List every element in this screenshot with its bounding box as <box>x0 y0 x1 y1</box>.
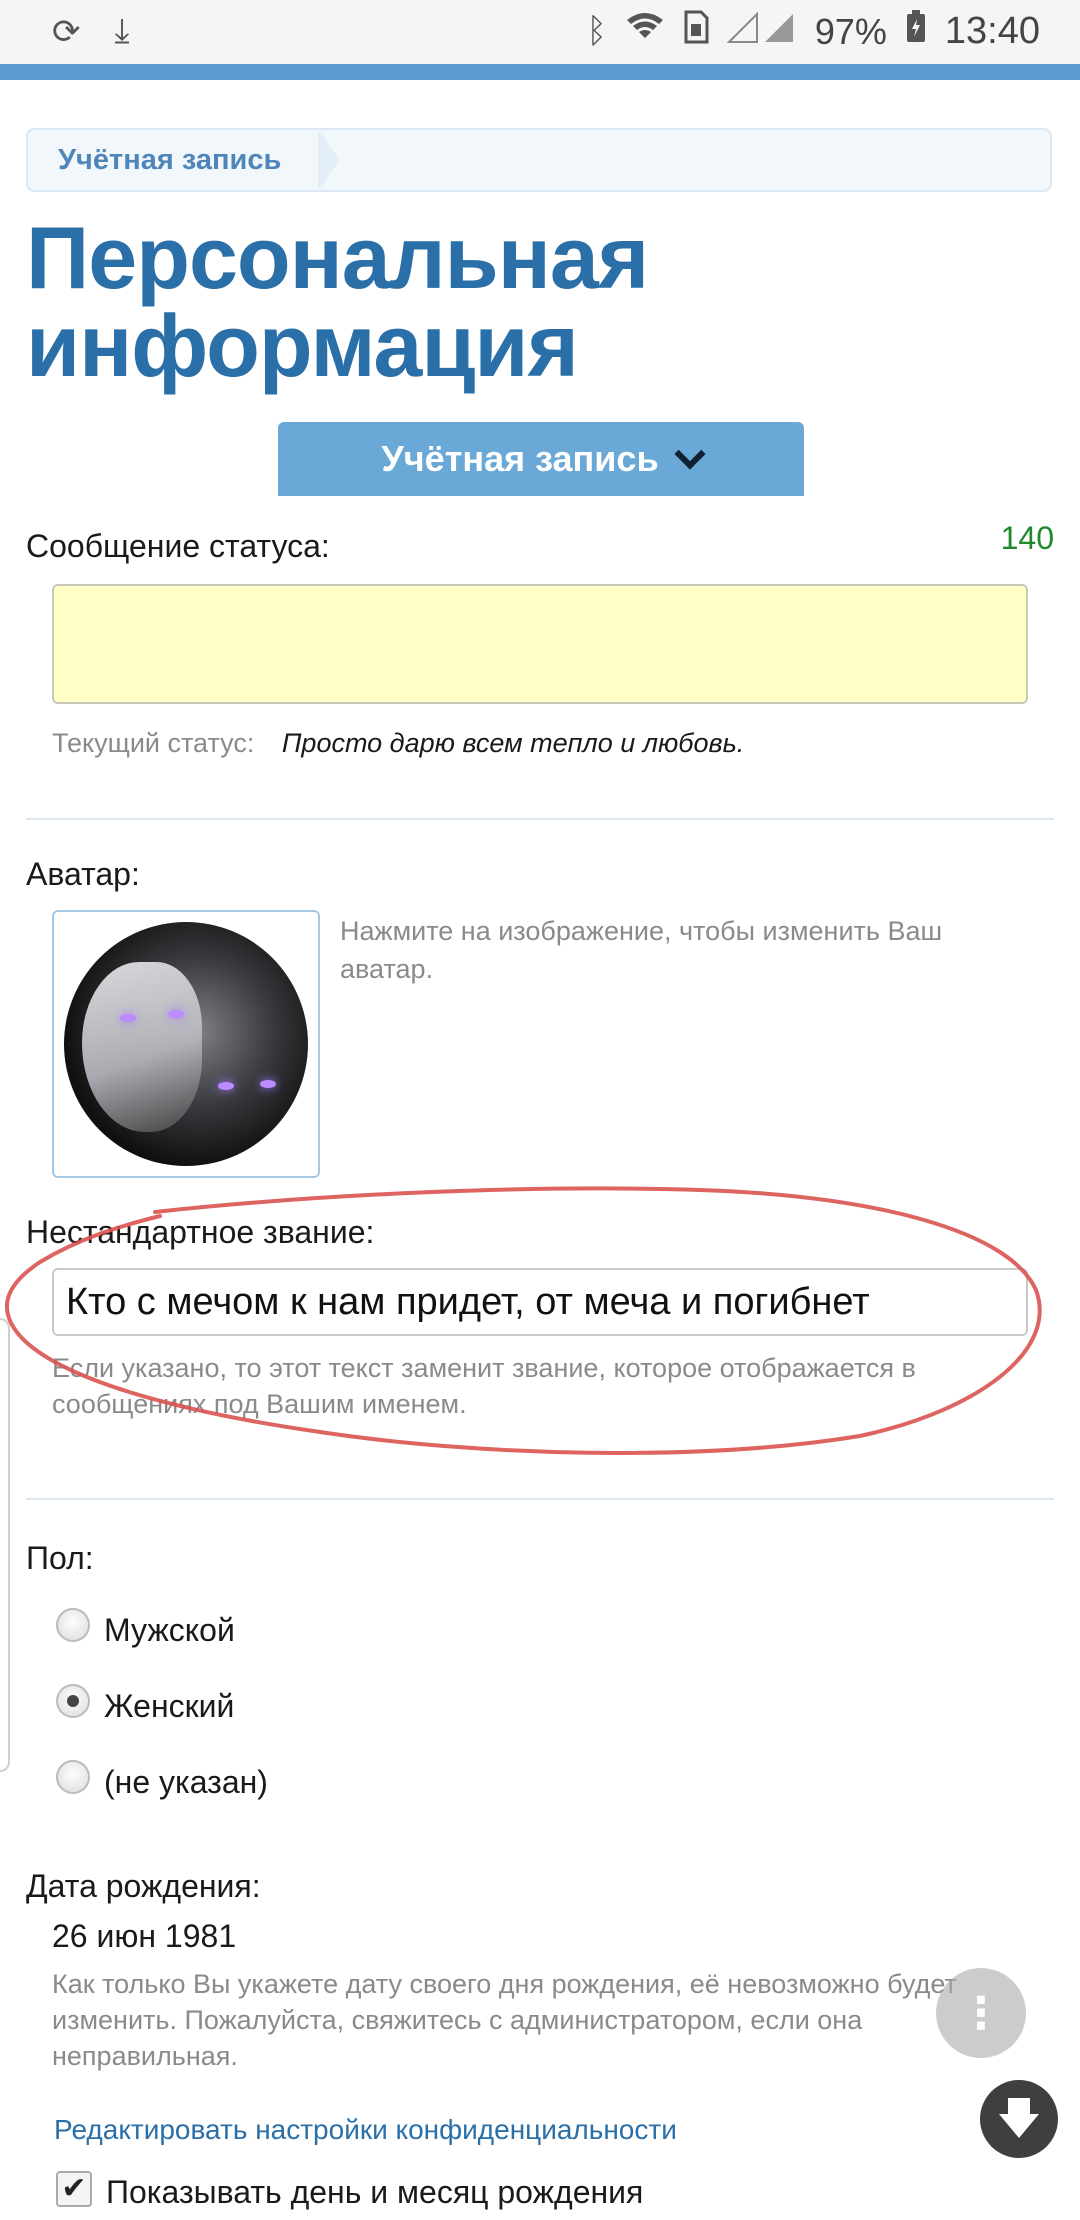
divider <box>26 818 1054 820</box>
avatar-button[interactable] <box>52 910 320 1178</box>
breadcrumb-separator <box>318 130 340 190</box>
more-vert-icon[interactable]: ⋮ <box>936 1968 1026 2058</box>
section-select-button[interactable]: Учётная запись <box>278 422 804 496</box>
breadcrumb-item-account[interactable]: Учётная запись <box>28 130 323 190</box>
custom-title-hint: Если указано, то этот текст заменит зван… <box>52 1353 916 1419</box>
avatar-eye <box>168 1010 184 1018</box>
page-title-line2: информация <box>26 296 579 395</box>
radio-male[interactable] <box>56 1607 90 1642</box>
avatar-label: Аватар: <box>26 856 140 892</box>
current-status: Текущий статус: Просто дарю всем тепло и… <box>52 728 744 759</box>
gender-option-label: Мужской <box>104 1612 235 1648</box>
current-status-value: Просто дарю всем тепло и любовь. <box>281 728 745 758</box>
avatar-face <box>82 962 202 1132</box>
page-title-line1: Персональная <box>26 208 649 307</box>
show-birthday-label: Показывать день и месяц рождения <box>106 2174 644 2210</box>
section-select-label: Учётная запись <box>381 438 659 479</box>
custom-title-label: Нестандартное звание: <box>26 1214 375 1250</box>
status-message-label: Сообщение статуса: <box>26 528 330 564</box>
show-birthday-option[interactable]: ✔ Показывать день и месяц рождения <box>56 2170 644 2211</box>
birthday-hint: Как только Вы укажете дату своего дня ро… <box>52 1969 957 2071</box>
birthday-label: Дата рождения: <box>26 1868 261 1904</box>
edge-panel-handle[interactable] <box>0 1318 10 1772</box>
gender-option-label: (не указан) <box>104 1764 268 1800</box>
wifi-icon <box>625 10 665 53</box>
avatar-eye <box>120 1014 136 1022</box>
checkmark-icon: ✔ <box>61 2172 87 2205</box>
radio-unspecified[interactable] <box>56 1759 90 1794</box>
status-char-counter: 140 <box>1000 520 1054 556</box>
status-bar: ⟳ ⤓ ᛒ 97% 13:40 <box>0 0 1080 64</box>
show-birthday-checkbox[interactable]: ✔ <box>56 2170 92 2207</box>
avatar-eye <box>218 1082 234 1090</box>
battery-icon <box>905 10 927 53</box>
privacy-settings-link[interactable]: Редактировать настройки конфиденциальнос… <box>54 2114 677 2146</box>
gender-option-label: Женский <box>104 1688 235 1724</box>
avatar <box>64 922 308 1166</box>
status-message-input[interactable] <box>52 584 1028 704</box>
gender-option-male[interactable]: Мужской <box>56 1607 235 1649</box>
gender-option-female[interactable]: Женский <box>56 1683 235 1725</box>
avatar-hint: Нажмите на изображение, чтобы изменить В… <box>340 916 943 984</box>
gender-option-unspecified[interactable]: (не указан) <box>56 1759 268 1801</box>
divider <box>26 1498 1054 1500</box>
avatar-eye <box>260 1080 276 1088</box>
top-accent-bar <box>0 64 1080 80</box>
sync-icon: ⟳ <box>52 13 81 51</box>
bluetooth-icon: ᛒ <box>586 12 607 50</box>
current-status-label: Текущий статус: <box>52 728 255 758</box>
gender-label: Пол: <box>26 1540 94 1576</box>
radio-female[interactable] <box>56 1683 90 1718</box>
custom-title-input[interactable]: Кто с мечом к нам придет, от меча и поги… <box>52 1268 1028 1336</box>
chevron-down-icon <box>674 438 706 470</box>
download-icon: ⤓ <box>114 12 130 50</box>
battery-percent: 97% <box>814 10 887 52</box>
page-title: Персональная информация <box>26 214 1026 390</box>
scroll-down-button[interactable] <box>980 2080 1058 2158</box>
sim-icon <box>683 10 709 53</box>
signal-icon <box>726 10 797 53</box>
clock: 13:40 <box>944 10 1040 52</box>
breadcrumb: Учётная запись <box>26 128 1052 192</box>
arrow-down-icon <box>999 2114 1039 2138</box>
birthday-value: 26 июн 1981 <box>52 1918 237 1954</box>
